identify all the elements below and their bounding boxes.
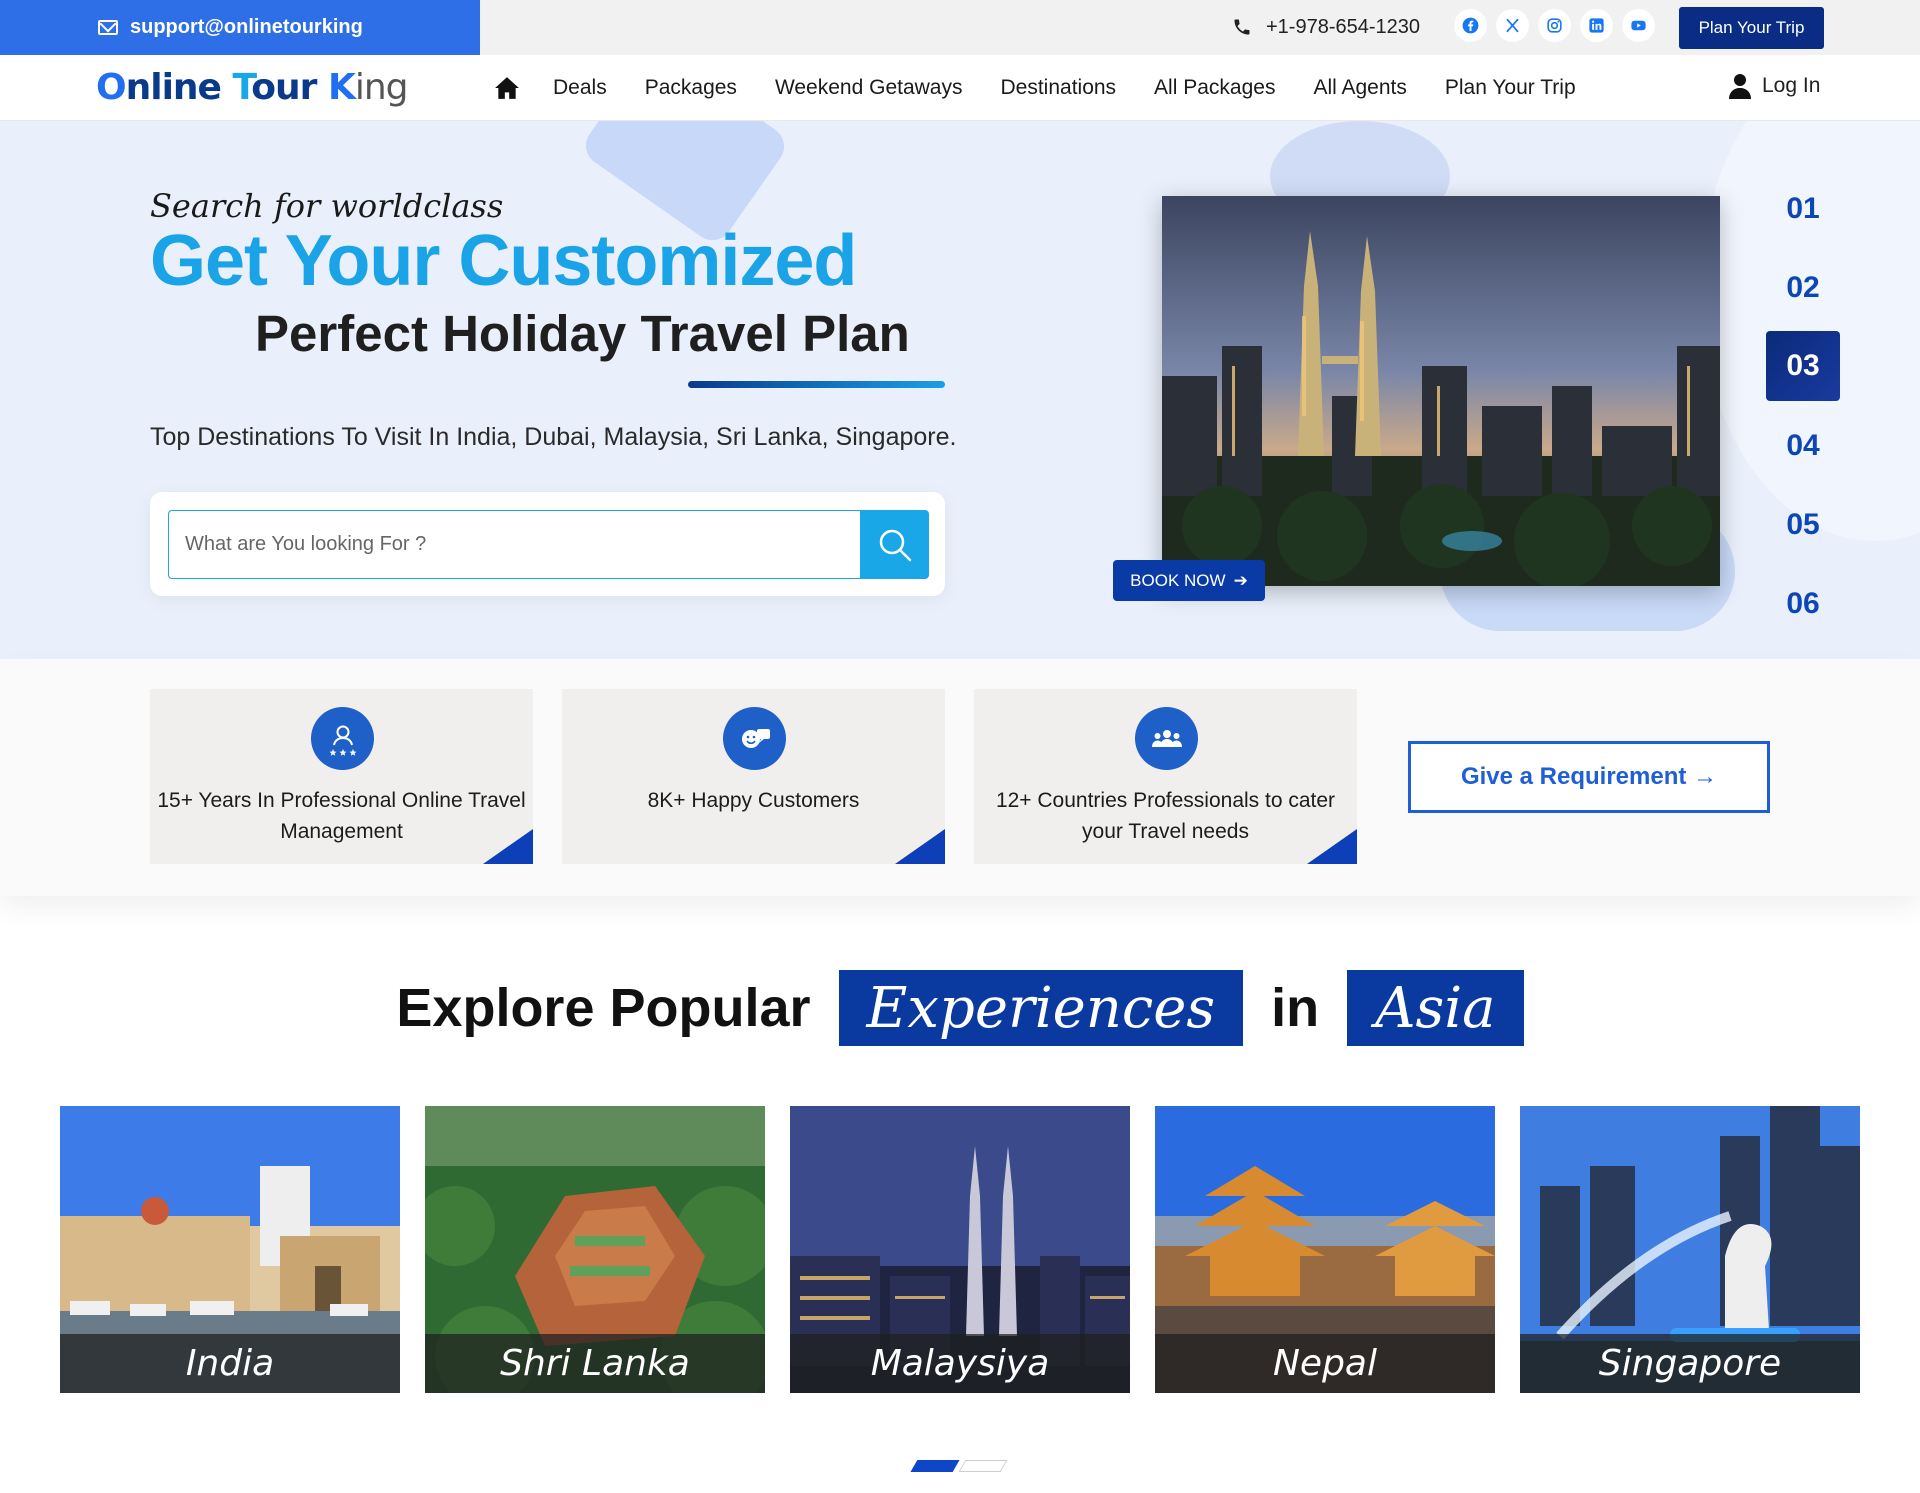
nav-link-deals[interactable]: Deals bbox=[553, 76, 607, 100]
destination-carousel: India Shri Lanka Malaysiya Nepal Singapo… bbox=[60, 1106, 1860, 1393]
slide-number-01[interactable]: 01 bbox=[1766, 169, 1840, 248]
home-icon[interactable] bbox=[494, 76, 520, 100]
social-links bbox=[1454, 9, 1655, 42]
support-email-text: support@onlinetourking bbox=[130, 16, 363, 38]
phone-contact[interactable]: +1-978-654-1230 bbox=[1232, 14, 1420, 40]
support-email[interactable]: support@onlinetourking bbox=[0, 0, 480, 55]
nav-links: Deals Packages Weekend Getaways Destinat… bbox=[494, 55, 1614, 121]
hero-search-box bbox=[150, 492, 945, 596]
group-icon bbox=[1135, 707, 1198, 770]
slide-number-03[interactable]: 03 bbox=[1766, 331, 1840, 401]
stat-card: 8K+ Happy Customers bbox=[562, 689, 945, 864]
site-logo[interactable]: Online Tour King bbox=[96, 67, 409, 108]
corner-accent bbox=[895, 829, 945, 864]
nav-link-plan-your-trip[interactable]: Plan Your Trip bbox=[1445, 76, 1576, 100]
stats-section: 15+ Years In Professional Online Travel … bbox=[0, 659, 1920, 896]
destination-label: Malaysiya bbox=[790, 1334, 1130, 1393]
corner-accent bbox=[1307, 829, 1357, 864]
hero-slide-image bbox=[1162, 196, 1720, 586]
nav-link-packages[interactable]: Packages bbox=[645, 76, 737, 100]
nav-link-all-agents[interactable]: All Agents bbox=[1313, 76, 1406, 100]
destination-label: Singapore bbox=[1520, 1334, 1860, 1393]
explore-heading-text: in bbox=[1271, 978, 1320, 1038]
headline-underline bbox=[688, 381, 945, 388]
destination-card-shri-lanka[interactable]: Shri Lanka bbox=[425, 1106, 765, 1393]
hero-section: Search for worldclass Get Your Customize… bbox=[0, 121, 1920, 659]
x-icon[interactable] bbox=[1496, 9, 1529, 42]
stat-card: 15+ Years In Professional Online Travel … bbox=[150, 689, 533, 864]
arrow-right-icon: ➔ bbox=[1233, 570, 1248, 590]
slide-number-06[interactable]: 06 bbox=[1766, 564, 1840, 643]
explore-highlight: Asia bbox=[1347, 970, 1524, 1046]
give-requirement-button[interactable]: Give a Requirement → bbox=[1408, 741, 1770, 813]
happy-chat-icon bbox=[723, 707, 786, 770]
user-icon bbox=[1729, 74, 1751, 99]
destination-card-malaysiya[interactable]: Malaysiya bbox=[790, 1106, 1130, 1393]
top-bar: support@onlinetourking +1-978-654-1230 P… bbox=[0, 0, 1920, 55]
destination-label: Shri Lanka bbox=[425, 1334, 765, 1393]
explore-highlight: Experiences bbox=[838, 970, 1244, 1046]
stat-text: 15+ Years In Professional Online Travel … bbox=[157, 789, 526, 843]
phone-icon bbox=[1234, 19, 1250, 35]
phone-number: +1-978-654-1230 bbox=[1266, 15, 1421, 38]
nav-link-destinations[interactable]: Destinations bbox=[1000, 76, 1116, 100]
linkedin-icon[interactable] bbox=[1580, 9, 1613, 42]
slide-number-05[interactable]: 05 bbox=[1766, 485, 1840, 564]
carousel-dots bbox=[910, 1460, 1008, 1472]
main-navbar: Online Tour King Deals Packages Weekend … bbox=[0, 55, 1920, 121]
mail-icon bbox=[98, 20, 118, 35]
stat-text: 12+ Countries Professionals to cater you… bbox=[995, 789, 1336, 843]
corner-accent bbox=[483, 829, 533, 864]
rated-user-icon bbox=[311, 707, 374, 770]
explore-heading: Explore Popular Experiences in Asia bbox=[0, 970, 1920, 1046]
hero-destinations-text: Top Destinations To Visit In India, Duba… bbox=[150, 423, 957, 451]
slide-pager: 01 02 03 04 05 06 bbox=[1766, 169, 1840, 643]
hero-subheadline: Perfect Holiday Travel Plan bbox=[255, 305, 910, 362]
book-now-label: BOOK NOW bbox=[1130, 570, 1226, 590]
search-button[interactable] bbox=[860, 510, 929, 579]
hero-headline: Get Your Customized bbox=[150, 221, 857, 301]
slide-number-04[interactable]: 04 bbox=[1766, 406, 1840, 485]
destination-card-nepal[interactable]: Nepal bbox=[1155, 1106, 1495, 1393]
explore-heading-text: Explore Popular bbox=[396, 978, 811, 1038]
destination-card-singapore[interactable]: Singapore bbox=[1520, 1106, 1860, 1393]
nav-link-all-packages[interactable]: All Packages bbox=[1154, 76, 1275, 100]
login-link[interactable]: Log In bbox=[1728, 73, 1820, 99]
youtube-icon[interactable] bbox=[1622, 9, 1655, 42]
slide-number-02[interactable]: 02 bbox=[1766, 248, 1840, 327]
search-input[interactable] bbox=[168, 510, 860, 579]
carousel-dot[interactable] bbox=[958, 1460, 1008, 1472]
carousel-dot[interactable] bbox=[910, 1460, 960, 1472]
facebook-icon[interactable] bbox=[1454, 9, 1487, 42]
book-now-button[interactable]: BOOK NOW ➔ bbox=[1113, 560, 1265, 601]
stat-text: 8K+ Happy Customers bbox=[647, 789, 860, 812]
destination-card-india[interactable]: India bbox=[60, 1106, 400, 1393]
nav-link-weekend-getaways[interactable]: Weekend Getaways bbox=[775, 76, 963, 100]
plan-your-trip-top-button[interactable]: Plan Your Trip bbox=[1679, 7, 1824, 49]
login-label: Log In bbox=[1762, 74, 1821, 97]
stat-card: 12+ Countries Professionals to cater you… bbox=[974, 689, 1357, 864]
destination-label: Nepal bbox=[1155, 1334, 1495, 1393]
search-icon bbox=[879, 529, 911, 561]
destination-label: India bbox=[60, 1334, 400, 1393]
instagram-icon[interactable] bbox=[1538, 9, 1571, 42]
